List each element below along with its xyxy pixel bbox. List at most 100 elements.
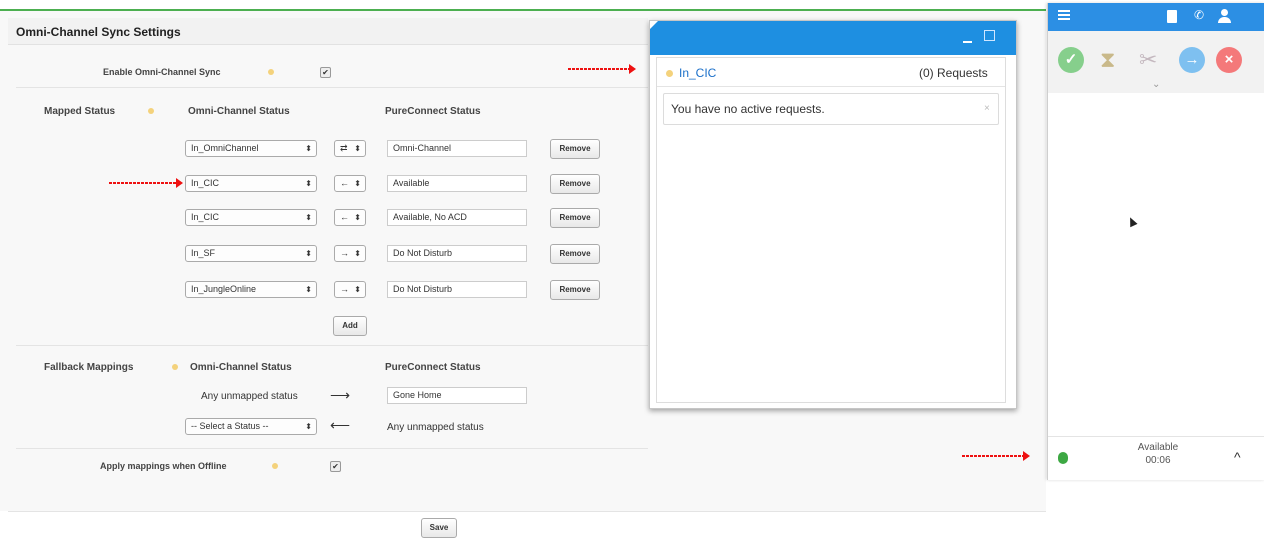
left-arrow-icon: ⟵ (330, 417, 351, 433)
pureconnect-status-field[interactable]: Do Not Disturb (387, 281, 527, 298)
pureconnect-status-field[interactable]: Do Not Disturb (387, 245, 527, 262)
call-controls-bar: ✓ ⧗ ✂ → × ⌄ (1048, 31, 1264, 93)
remove-button[interactable]: Remove (550, 174, 600, 194)
select-value: In_CIC (191, 212, 220, 222)
agent-status-label[interactable]: Available (1130, 442, 1186, 453)
direction-value: → (340, 284, 349, 294)
save-button[interactable]: Save (421, 518, 457, 538)
direction-value: ← (340, 212, 349, 222)
requests-count: (0) Requests (919, 66, 988, 80)
close-icon[interactable]: × (984, 103, 990, 114)
disconnect-icon[interactable]: × (1216, 47, 1242, 73)
fallback-mappings-label: Fallback Mappings (44, 362, 134, 373)
select-arrows-icon: ⬍ (354, 285, 361, 294)
minimize-icon[interactable] (963, 41, 972, 43)
select-arrows-icon: ⬍ (305, 179, 312, 188)
any-unmapped-status-label: Any unmapped status (387, 422, 484, 433)
fallback-pureconnect-field[interactable]: Gone Home (387, 387, 527, 404)
direction-select[interactable]: ← ⬍ (334, 175, 366, 192)
enable-sync-label: Enable Omni-Channel Sync (103, 67, 221, 77)
apply-offline-label: Apply mappings when Offline (100, 461, 227, 471)
phone-icon[interactable]: ✆ (1194, 8, 1204, 22)
annotation-arrow (962, 451, 1030, 461)
status-dot-icon (666, 70, 673, 77)
fallback-pure-column-header: PureConnect Status (385, 362, 481, 373)
select-value: In_CIC (191, 178, 220, 188)
menu-icon[interactable] (1058, 10, 1070, 12)
chevron-down-icon[interactable]: ⌄ (1152, 79, 1160, 90)
chevron-up-icon[interactable]: ^ (1234, 449, 1241, 465)
omni-status-select[interactable]: In_CIC ⬍ (185, 209, 317, 226)
omni-status-column-header: Omni-Channel Status (188, 106, 290, 117)
remove-button[interactable]: Remove (550, 139, 600, 159)
select-arrows-icon: ⬍ (305, 249, 312, 258)
remove-button[interactable]: Remove (550, 208, 600, 228)
user-icon[interactable] (1221, 9, 1228, 16)
softphone-header: ✆ (1048, 3, 1264, 31)
omni-status-select[interactable]: In_SF ⬍ (185, 245, 317, 262)
direction-select[interactable]: ⇄ ⬍ (334, 140, 366, 157)
direction-value: ⇄ (340, 143, 348, 153)
omni-status-select[interactable]: In_CIC ⬍ (185, 175, 317, 192)
select-value: In_JungleOnline (191, 284, 257, 294)
select-value: -- Select a Status -- (191, 421, 269, 431)
add-mapping-button[interactable]: Add (333, 316, 367, 336)
direction-select[interactable]: → ⬍ (334, 245, 366, 262)
status-timer: 00:06 (1145, 455, 1171, 466)
direction-value: → (340, 248, 349, 258)
apply-offline-checkbox[interactable]: ✔ (330, 461, 341, 472)
directory-icon[interactable] (1167, 10, 1177, 23)
direction-select[interactable]: → ⬍ (334, 281, 366, 298)
any-unmapped-status-label: Any unmapped status (201, 391, 298, 402)
select-arrows-icon: ⬍ (305, 213, 312, 222)
select-arrows-icon: ⬍ (354, 213, 361, 222)
annotation-arrow (568, 64, 636, 74)
info-icon[interactable] (272, 463, 278, 469)
section-divider (16, 448, 648, 449)
direction-select[interactable]: ← ⬍ (334, 209, 366, 226)
select-value: In_SF (191, 248, 216, 258)
info-icon[interactable] (172, 364, 178, 370)
available-status-icon (1058, 452, 1068, 464)
remove-button[interactable]: Remove (550, 280, 600, 300)
status-divider (1048, 436, 1264, 437)
enable-sync-checkbox[interactable]: ✔ (320, 67, 331, 78)
select-arrows-icon: ⬍ (354, 249, 361, 258)
popout-icon[interactable] (984, 30, 995, 41)
mouse-cursor-icon (1126, 215, 1138, 228)
hold-hourglass-icon[interactable]: ⧗ (1100, 47, 1115, 73)
select-arrows-icon: ⬍ (305, 285, 312, 294)
pureconnect-status-field[interactable]: Available, No ACD (387, 209, 527, 226)
mapped-status-label: Mapped Status (44, 106, 116, 117)
softphone-panel: ✆ ✓ ⧗ ✂ → × ⌄ Available 00:06 ^ (1047, 3, 1264, 480)
popup-divider (657, 86, 1005, 87)
info-icon[interactable] (268, 69, 274, 75)
user-icon-body (1218, 17, 1231, 23)
corner-mark-icon (650, 21, 658, 29)
popup-header[interactable] (650, 21, 1016, 55)
select-arrows-icon: ⬍ (354, 144, 361, 153)
section-divider (16, 87, 648, 88)
fallback-status-select[interactable]: -- Select a Status -- ⬍ (185, 418, 317, 435)
transfer-icon[interactable]: → (1179, 47, 1205, 73)
select-arrows-icon: ⬍ (354, 179, 361, 188)
select-arrows-icon: ⬍ (305, 144, 312, 153)
omni-status-select[interactable]: In_OmniChannel ⬍ (185, 140, 317, 157)
section-divider (16, 345, 648, 346)
fallback-omni-column-header: Omni-Channel Status (190, 362, 292, 373)
omni-status-name[interactable]: In_CIC (679, 66, 716, 80)
info-icon[interactable] (148, 108, 154, 114)
footer-divider (8, 511, 1046, 512)
pureconnect-status-column-header: PureConnect Status (385, 106, 481, 117)
omni-status-select[interactable]: In_JungleOnline ⬍ (185, 281, 317, 298)
select-value: In_OmniChannel (191, 143, 259, 153)
pureconnect-status-field[interactable]: Available (387, 175, 527, 192)
pickup-check-icon[interactable]: ✓ (1058, 47, 1084, 73)
page-title: Omni-Channel Sync Settings (16, 25, 181, 39)
pureconnect-status-field[interactable]: Omni-Channel (387, 140, 527, 157)
remove-button[interactable]: Remove (550, 244, 600, 264)
empty-requests-card: You have no active requests. × (663, 93, 999, 125)
right-arrow-icon: ⟶ (330, 387, 351, 403)
mute-icon[interactable]: ✂ (1139, 47, 1157, 73)
select-arrows-icon: ⬍ (305, 422, 312, 431)
